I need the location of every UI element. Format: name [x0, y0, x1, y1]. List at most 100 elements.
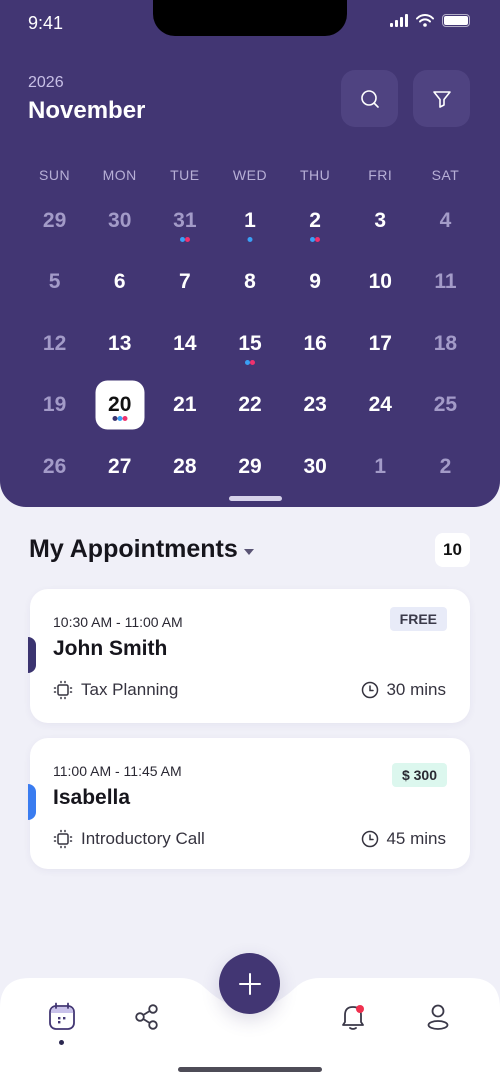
calendar-icon	[49, 1002, 75, 1030]
calendar-day[interactable]: 7	[152, 252, 217, 314]
calendar-day[interactable]: 12	[22, 313, 87, 375]
calendar-day[interactable]: 1	[348, 436, 413, 498]
device-notch	[153, 0, 347, 36]
status-time: 9:41	[28, 13, 64, 33]
day-number: 3	[374, 208, 387, 232]
calendar-day[interactable]: 27	[87, 436, 152, 498]
appointment-card[interactable]: 11:00 AM - 11:45 AM Isabella Introductor…	[28, 738, 470, 869]
calendar-day-selected[interactable]: 20	[87, 375, 152, 437]
event-dot-blue	[247, 237, 253, 242]
event-dots	[244, 360, 255, 365]
day-number: 6	[113, 270, 126, 294]
calendar-day[interactable]: 23	[283, 375, 348, 437]
day-number: 4	[439, 208, 452, 232]
event-dots	[112, 415, 128, 421]
tab-calendar[interactable]	[46, 1000, 78, 1034]
appointment-duration: 45 mins	[361, 829, 446, 849]
service-icon	[53, 829, 73, 849]
drag-handle[interactable]	[229, 496, 282, 501]
day-number: 17	[368, 331, 392, 355]
calendar-day[interactable]: 8	[217, 252, 282, 314]
calendar-day[interactable]: 13	[87, 313, 152, 375]
weekday-label: TUE	[170, 167, 200, 183]
calendar-day[interactable]: 30	[87, 190, 152, 252]
share-icon	[135, 1004, 158, 1030]
day-number: 12	[42, 331, 67, 355]
event-dot-pink	[184, 237, 190, 242]
day-number: 2	[439, 454, 452, 478]
day-number: 19	[42, 393, 67, 417]
tab-notifications[interactable]	[337, 1000, 369, 1034]
filter-button[interactable]	[413, 70, 470, 127]
search-button[interactable]	[341, 70, 398, 127]
calendar-day[interactable]: 25	[413, 375, 478, 437]
calendar-day[interactable]: 11	[413, 252, 478, 314]
appointments-title[interactable]: My Appointments	[29, 535, 254, 564]
calendar-day[interactable]: 30	[283, 436, 348, 498]
filter-icon	[432, 90, 451, 108]
day-number: 29	[42, 208, 67, 232]
calendar-day[interactable]: 10	[348, 252, 413, 314]
add-appointment-button[interactable]	[219, 953, 280, 1014]
calendar-day[interactable]: 21	[152, 375, 217, 437]
day-number: 16	[303, 331, 327, 355]
calendar-day[interactable]: 29	[22, 190, 87, 252]
calendar-day[interactable]: 29	[217, 436, 282, 498]
card-accent	[28, 784, 36, 820]
calendar-day[interactable]: 24	[348, 375, 413, 437]
plus-icon	[238, 972, 261, 995]
day-number: 21	[173, 393, 197, 417]
day-number: 7	[179, 270, 191, 294]
appointments-title-text: My Appointments	[29, 535, 238, 563]
calendar-day[interactable]: 17	[348, 313, 413, 375]
day-number: 26	[42, 454, 67, 478]
weekday-label: SAT	[431, 167, 460, 183]
service-icon	[53, 680, 73, 700]
status-icons	[390, 14, 470, 27]
event-dots	[310, 237, 321, 242]
calendar-day[interactable]: 9	[283, 252, 348, 314]
calendar-day[interactable]: 15	[217, 313, 282, 375]
calendar-day[interactable]: 31	[152, 190, 217, 252]
event-dot-pink	[122, 415, 128, 421]
day-number: 1	[374, 454, 387, 478]
calendar-day[interactable]: 2	[413, 436, 478, 498]
calendar-header: 9:41 2026 November SUN MON TUE WED THU FRI SAT…	[0, 0, 500, 507]
appointment-service: Tax Planning	[53, 680, 178, 700]
calendar-day[interactable]: 28	[152, 436, 217, 498]
day-number: 20	[108, 393, 132, 417]
profile-icon	[427, 1004, 449, 1030]
day-number: 25	[433, 393, 458, 417]
day-number: 29	[238, 454, 262, 478]
calendar-day[interactable]: 16	[283, 313, 348, 375]
active-tab-indicator	[59, 1040, 64, 1045]
calendar-day[interactable]: 6	[87, 252, 152, 314]
tab-share[interactable]	[131, 1000, 163, 1034]
event-dots	[179, 237, 190, 242]
duration-label: 30 mins	[386, 680, 446, 699]
day-number: 28	[173, 454, 197, 478]
appointment-card[interactable]: 10:30 AM - 11:00 AM John Smith Tax Plann…	[28, 589, 470, 723]
calendar-day[interactable]: 18	[413, 313, 478, 375]
day-number: 9	[309, 270, 321, 294]
service-label: Introductory Call	[81, 829, 205, 848]
day-number: 10	[368, 270, 392, 294]
battery-icon	[442, 14, 470, 27]
event-dots	[247, 237, 253, 242]
calendar-day[interactable]: 1	[217, 190, 282, 252]
clock-icon	[362, 681, 379, 699]
tab-profile[interactable]	[422, 1000, 454, 1034]
calendar-day[interactable]: 26	[22, 436, 87, 498]
calendar-day[interactable]: 14	[152, 313, 217, 375]
clock-icon	[362, 830, 379, 848]
calendar-day[interactable]: 22	[217, 375, 282, 437]
calendar-day[interactable]: 2	[283, 190, 348, 252]
calendar-month[interactable]: November	[28, 97, 145, 125]
calendar-day[interactable]: 19	[22, 375, 87, 437]
day-number: 14	[173, 331, 197, 355]
day-number: 24	[368, 393, 392, 417]
calendar-day[interactable]: 5	[22, 252, 87, 314]
calendar-day[interactable]: 4	[413, 190, 478, 252]
calendar-day[interactable]: 3	[348, 190, 413, 252]
price-badge: FREE	[389, 607, 447, 631]
